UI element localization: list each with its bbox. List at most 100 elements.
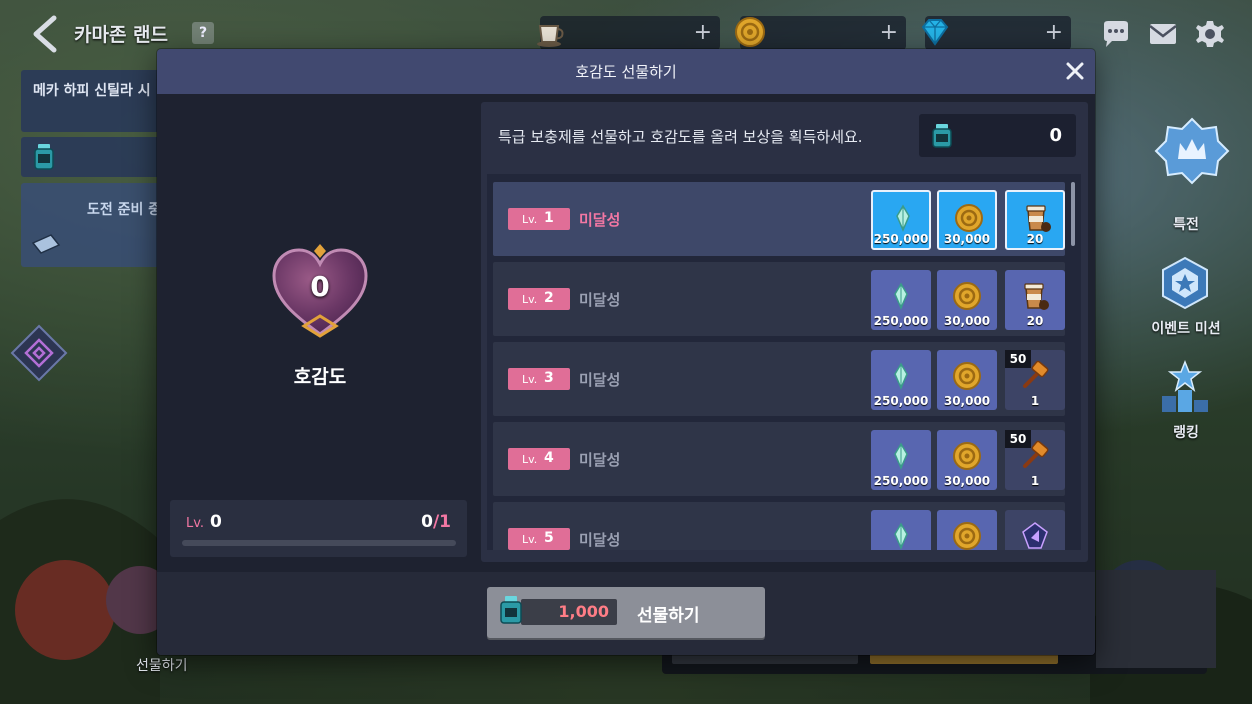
affinity-level-box: Lv. 0 0/1 bbox=[170, 500, 467, 557]
list-scrollbar[interactable] bbox=[1071, 182, 1075, 246]
background-gift-label: 선물하기 bbox=[136, 658, 188, 674]
supplement-count: 0 bbox=[1049, 125, 1062, 146]
reward-slot[interactable]: 250,000 bbox=[871, 190, 931, 250]
crystal-icon bbox=[885, 520, 917, 550]
spiral-emblem-icon[interactable] bbox=[10, 324, 68, 382]
level-row[interactable]: Lv. 1 미달성 250,000 30,000 20 bbox=[493, 182, 1065, 256]
progress-max: 1 bbox=[439, 512, 451, 532]
reward-slot[interactable]: 250,000 bbox=[871, 270, 931, 330]
level-row[interactable]: Lv. 2 미달성 250,000 30,000 20 bbox=[493, 262, 1065, 336]
meso-coin-icon bbox=[953, 202, 985, 234]
coffee-cup-icon bbox=[1019, 280, 1051, 312]
level-tag: Lv. 2 bbox=[508, 288, 570, 310]
chat-icon[interactable] bbox=[1100, 18, 1132, 50]
level-tag-prefix: Lv. bbox=[522, 293, 538, 306]
reward-quantity: 20 bbox=[1026, 314, 1044, 328]
gift-cost: 1,000 bbox=[558, 602, 609, 621]
level-status: 미달성 bbox=[579, 451, 621, 469]
add-meso-button[interactable]: + bbox=[880, 20, 898, 45]
crystal-icon bbox=[887, 202, 919, 234]
reward-slot[interactable]: 250,000 bbox=[871, 350, 931, 410]
reward-slot[interactable]: 50 1 bbox=[1005, 350, 1065, 410]
gear-icon[interactable] bbox=[1194, 18, 1226, 50]
progress-current: 0 bbox=[421, 512, 433, 532]
challenge-card[interactable]: 도전 준비 중 bbox=[21, 183, 171, 267]
reward-slot[interactable]: 30,000 bbox=[937, 350, 997, 410]
back-arrow-icon[interactable] bbox=[28, 14, 62, 54]
help-button[interactable]: ? bbox=[192, 22, 214, 44]
reward-slot[interactable] bbox=[871, 510, 931, 550]
crystal-icon bbox=[885, 280, 917, 312]
level-tag-number: 4 bbox=[544, 450, 554, 466]
quest-card[interactable]: 메카 하피 신틸라 시 bbox=[21, 70, 171, 132]
reward-slot[interactable]: 250,000 bbox=[871, 430, 931, 490]
supplement-count-box: 0 bbox=[919, 114, 1076, 157]
level-prefix: Lv. bbox=[186, 516, 205, 531]
level-row[interactable]: Lv. 4 미달성 250,000 30,000 50 1 bbox=[493, 422, 1065, 496]
reward-slot[interactable]: 30,000 bbox=[937, 430, 997, 490]
level-row[interactable]: Lv. 3 미달성 250,000 30,000 50 1 bbox=[493, 342, 1065, 416]
reward-slot[interactable]: 30,000 bbox=[937, 270, 997, 330]
level-tag-prefix: Lv. bbox=[522, 533, 538, 546]
gift-button[interactable]: 1,000 선물하기 bbox=[487, 587, 765, 638]
reward-slot[interactable]: 30,000 bbox=[937, 190, 997, 250]
quest-text: 메카 하피 신틸라 시 bbox=[33, 83, 151, 99]
mission-hex-icon[interactable] bbox=[1158, 256, 1212, 310]
bottle-icon bbox=[34, 144, 54, 170]
reward-quantity: 250,000 bbox=[873, 474, 929, 488]
level-row[interactable]: Lv. 5 미달성 bbox=[493, 502, 1065, 550]
reward-badge: 50 bbox=[1005, 430, 1031, 448]
reward-slot[interactable]: 50 1 bbox=[1005, 430, 1065, 490]
modal-header: 호감도 선물하기 bbox=[157, 49, 1095, 94]
ranking-star-icon[interactable] bbox=[1156, 360, 1214, 414]
reward-badge: 50 bbox=[1005, 350, 1031, 368]
affinity-value: 0 bbox=[310, 270, 330, 303]
reward-quantity: 30,000 bbox=[943, 474, 991, 488]
perks-label: 특전 bbox=[1173, 217, 1199, 233]
mail-icon[interactable] bbox=[1147, 18, 1179, 50]
level-status: 미달성 bbox=[579, 371, 621, 389]
reward-quantity: 1 bbox=[1030, 474, 1040, 488]
reward-quantity: 30,000 bbox=[943, 314, 991, 328]
supplement-bottle-icon bbox=[932, 124, 952, 148]
meso-coin-icon bbox=[951, 520, 983, 550]
currency-coffee: + bbox=[537, 16, 720, 50]
crown-badge-icon[interactable] bbox=[1152, 115, 1232, 195]
reward-quantity: 20 bbox=[1026, 232, 1044, 246]
level-reward-list[interactable]: Lv. 1 미달성 250,000 30,000 20 Lv. 2 미달성 250,000 30,0… bbox=[487, 174, 1081, 550]
reward-slot[interactable]: 20 bbox=[1005, 190, 1065, 250]
level-value: 0 bbox=[210, 512, 222, 532]
level-status: 미달성 bbox=[579, 211, 621, 229]
reward-quantity: 250,000 bbox=[873, 232, 929, 246]
supplement-bottle-icon bbox=[500, 596, 522, 624]
gift-button-label: 선물하기 bbox=[637, 606, 700, 626]
ranking-label: 랭킹 bbox=[1173, 425, 1199, 441]
crystal-icon bbox=[885, 440, 917, 472]
coffee-cup-icon bbox=[1021, 202, 1053, 234]
coffee-icon bbox=[537, 25, 564, 47]
add-coffee-button[interactable]: + bbox=[694, 20, 712, 45]
level-status: 미달성 bbox=[579, 531, 621, 549]
level-progress-bar bbox=[182, 540, 456, 546]
meso-coin-icon bbox=[951, 360, 983, 392]
level-tag-number: 1 bbox=[544, 210, 554, 226]
reward-slot[interactable]: 20 bbox=[1005, 270, 1065, 330]
challenge-text: 도전 준비 중 bbox=[87, 202, 162, 218]
reward-quantity: 30,000 bbox=[943, 394, 991, 408]
level-tag: Lv. 1 bbox=[508, 208, 570, 230]
ticket-icon bbox=[31, 234, 61, 254]
item-card[interactable] bbox=[21, 137, 171, 177]
event-mission-label: 이벤트 미션 bbox=[1151, 321, 1221, 337]
meso-coin-icon bbox=[951, 280, 983, 312]
level-tag-prefix: Lv. bbox=[522, 213, 538, 226]
reward-slot[interactable] bbox=[937, 510, 997, 550]
level-status: 미달성 bbox=[579, 291, 621, 309]
close-icon[interactable] bbox=[1062, 58, 1088, 84]
reward-quantity: 250,000 bbox=[873, 314, 929, 328]
level-tag-prefix: Lv. bbox=[522, 373, 538, 386]
add-gem-button[interactable]: + bbox=[1045, 20, 1063, 45]
reward-slot[interactable] bbox=[1005, 510, 1065, 550]
gem-icon bbox=[921, 19, 949, 46]
level-tag-number: 2 bbox=[544, 290, 554, 306]
stage-title: 카마존 랜드 bbox=[74, 24, 169, 46]
